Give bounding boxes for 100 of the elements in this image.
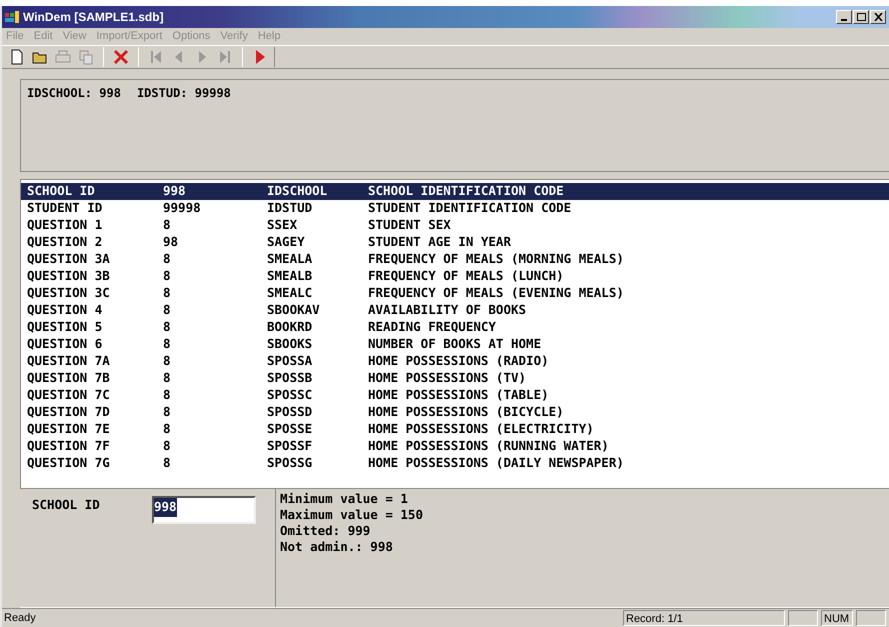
close-icon [874, 13, 882, 21]
description-cell-text: HOME POSSESSIONS (RUNNING WATER) [368, 437, 609, 456]
field-label: QUESTION 7C [26, 386, 111, 404]
record-id-text: IDSCHOOL: 998 [27, 85, 121, 102]
value-cell-text: 8 [163, 420, 172, 438]
value-cell-text: 8 [163, 284, 172, 302]
field-label: QUESTION 3C [26, 284, 111, 302]
status-panel: Record: 1/1 [623, 610, 785, 626]
field-label: QUESTION 4 [26, 301, 104, 320]
table-row[interactable]: QUESTION 4 8 SBOOKAV AVAILABILITY OF BOOKS [21, 302, 889, 319]
status-text: Ready [3, 610, 37, 626]
description-cell-text: HOME POSSESSIONS (BICYCLE) [368, 403, 564, 422]
table-row[interactable]: QUESTION 3C 8 SMEALC FREQUENCY OF MEALS (EVENING MEALS) [21, 285, 889, 302]
variable-cell-text: IDSTUD [267, 199, 314, 218]
table-row[interactable]: QUESTION 6 8 SBOOKS NUMBER OF BOOKS AT HOME [21, 336, 889, 353]
value-cell-text: 8 [163, 403, 172, 422]
maximize-button[interactable] [853, 10, 869, 24]
description-cell-text: FREQUENCY OF MEALS (MORNING MEALS) [368, 250, 624, 268]
table-row[interactable]: QUESTION 7E 8 SPOSSE HOME POSSESSIONS (ELECTRICITY) [21, 421, 889, 438]
value-cell-text: 8 [163, 318, 172, 336]
value-cell-text: 8 [163, 454, 172, 472]
field-label: SCHOOL ID [26, 182, 96, 200]
delete-icon[interactable] [112, 48, 130, 66]
description-cell-text: FREQUENCY OF MEALS (LUNCH) [368, 267, 564, 286]
minimize-button[interactable] [836, 10, 852, 24]
validation-info: Maximum value = 150 [280, 507, 423, 523]
field-label: QUESTION 1 [26, 216, 104, 234]
value-cell-text: 8 [163, 369, 172, 388]
field-label: SCHOOL ID [32, 496, 101, 514]
field-label: QUESTION 7G [26, 454, 111, 472]
value-cell-text: 8 [163, 216, 172, 234]
variable-cell-text: SPOSSF [267, 437, 314, 456]
variable-cell-text: SPOSSA [267, 352, 314, 370]
description-cell-text: STUDENT IDENTIFICATION CODE [368, 199, 572, 218]
table-row[interactable]: QUESTION 7A 8 SPOSSA HOME POSSESSIONS (RADIO) [21, 353, 889, 370]
validation-info: Minimum value = 1 [280, 491, 409, 507]
value-cell-text: 8 [163, 250, 172, 268]
table-row[interactable]: SCHOOL ID 998 IDSCHOOL SCHOOL IDENTIFICATION CODE [21, 183, 889, 200]
table-row[interactable]: QUESTION 7B 8 SPOSSB HOME POSSESSIONS (TV) [21, 370, 889, 387]
field-label: QUESTION 7E [26, 420, 111, 438]
field-label: QUESTION 6 [26, 335, 104, 354]
table-row[interactable]: QUESTION 1 8 SSEX STUDENT SEX [21, 217, 889, 234]
variable-cell-text: SAGEY [267, 233, 306, 252]
value-cell-text: 8 [163, 301, 172, 320]
description-cell-text: HOME POSSESSIONS (RADIO) [368, 352, 549, 370]
validation-info: Not admin.: 998 [280, 539, 394, 555]
table-row[interactable]: QUESTION 7C 8 SPOSSC HOME POSSESSIONS (TABLE) [21, 387, 889, 404]
close-button[interactable] [870, 10, 886, 24]
value-cell-text: 998 [163, 182, 187, 200]
value-cell-text: 8 [163, 267, 172, 286]
description-cell-text: HOME POSSESSIONS (TABLE) [368, 386, 549, 404]
value-cell-text: 8 [163, 437, 172, 456]
field-label: QUESTION 7B [26, 369, 111, 388]
table-row[interactable]: QUESTION 2 98 SAGEY STUDENT AGE IN YEAR [21, 234, 889, 251]
variable-cell-text: SPOSSC [267, 386, 314, 404]
variable-cell-text: BOOKRD [267, 318, 314, 336]
variable-cell-text: SPOSSD [267, 403, 314, 422]
value-cell-text: 8 [163, 352, 172, 370]
description-cell-text: HOME POSSESSIONS (TV) [368, 369, 526, 388]
window-title: WinDem [SAMPLE1.sdb] [23, 9, 164, 26]
variable-cell-text: IDSCHOOL [267, 182, 328, 200]
field-label: QUESTION 5 [26, 318, 104, 336]
description-cell-text: SCHOOL IDENTIFICATION CODE [368, 182, 564, 200]
description-cell-text: STUDENT SEX [368, 216, 451, 234]
variable-cell-text: SPOSSG [267, 454, 314, 472]
description-cell-text: STUDENT AGE IN YEAR [368, 233, 511, 252]
variable-cell-text: SPOSSE [267, 420, 314, 438]
field-label: STUDENT ID [26, 199, 104, 218]
variable-cell-text: SMEALC [267, 284, 314, 302]
field-label: QUESTION 7D [26, 403, 111, 422]
value-cell-text: 8 [163, 335, 172, 354]
variable-cell-text: SMEALA [267, 250, 314, 268]
value-cell-text: 8 [163, 386, 172, 404]
table-row[interactable]: QUESTION 7F 8 SPOSSF HOME POSSESSIONS (RUNNING WATER) [21, 438, 889, 455]
description-cell-text: HOME POSSESSIONS (ELECTRICITY) [368, 420, 594, 438]
table-row[interactable]: QUESTION 5 8 BOOKRD READING FREQUENCY [21, 319, 889, 336]
table-row[interactable]: QUESTION 3B 8 SMEALB FREQUENCY OF MEALS (LUNCH) [21, 268, 889, 285]
value-cell-text: 98 [163, 233, 180, 252]
field-label: QUESTION 3B [26, 267, 111, 286]
variable-cell-text: SBOOKS [267, 335, 314, 354]
description-cell-text: FREQUENCY OF MEALS (EVENING MEALS) [368, 284, 624, 302]
field-label: QUESTION 7A [26, 352, 111, 370]
variable-cell-text: SPOSSB [267, 369, 314, 388]
app-icon [5, 11, 19, 23]
value-input[interactable]: 998 [152, 496, 256, 524]
maximize-icon [856, 13, 866, 21]
status-panel: NUM [821, 610, 853, 626]
table-row[interactable]: QUESTION 7G 8 SPOSSG HOME POSSESSIONS (DAILY NEWSPAPER) [21, 455, 889, 472]
field-label: QUESTION 2 [26, 233, 104, 252]
table-row[interactable]: QUESTION 3A 8 SMEALA FREQUENCY OF MEALS (MORNING MEALS) [21, 251, 889, 268]
table-row[interactable]: STUDENT ID 99998 IDSTUD STUDENT IDENTIFICATION CODE [21, 200, 889, 217]
variable-cell-text: SBOOKAV [267, 301, 321, 320]
variable-cell-text: SSEX [267, 216, 298, 234]
record-id-text: IDSTUD: 99998 [136, 85, 231, 102]
variable-cell-text: SMEALB [267, 267, 314, 286]
table-row[interactable]: QUESTION 7D 8 SPOSSD HOME POSSESSIONS (BICYCLE) [21, 404, 889, 421]
field-label: QUESTION 7F [26, 437, 111, 456]
field-label: QUESTION 3A [26, 250, 111, 268]
description-cell-text: NUMBER OF BOOKS AT HOME [368, 335, 542, 354]
validation-info: Omitted: 999 [280, 523, 372, 539]
